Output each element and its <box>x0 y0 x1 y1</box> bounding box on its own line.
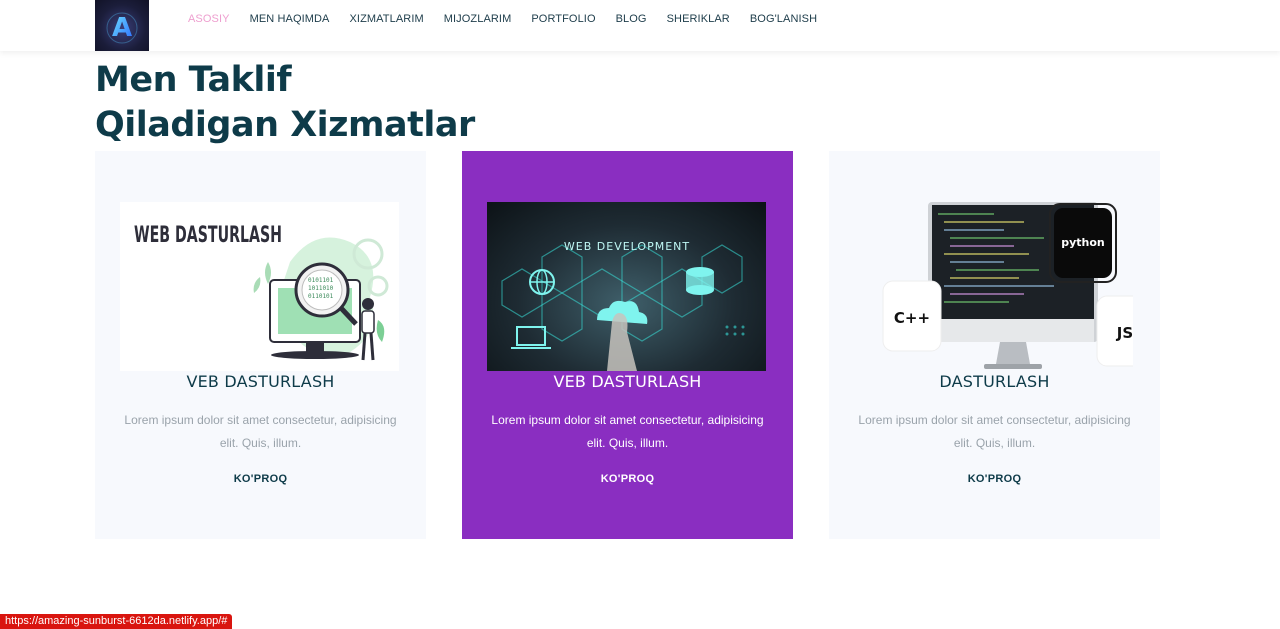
card-description: Lorem ipsum dolor sit amet consectetur, … <box>124 413 397 450</box>
svg-text:0101101: 0101101 <box>308 277 334 284</box>
svg-text:1011010: 1011010 <box>308 285 334 292</box>
navbar: A ASOSIY MEN HAQIMDA XIZMATLARIM MIJOZLA… <box>0 0 1280 51</box>
svg-text:A: A <box>112 13 132 43</box>
card-title: VEB DASTURLASH <box>186 372 335 391</box>
svg-text:0110101: 0110101 <box>308 293 334 300</box>
status-bar-url: https://amazing-sunburst-6612da.netlify.… <box>0 614 233 629</box>
nav-link-sheriklar[interactable]: SHERIKLAR <box>667 13 730 25</box>
service-card-web-development-highlighted: WEB DEVELOPMENT VEB DASTURLASH Lorem ips… <box>462 151 793 539</box>
card-more-link[interactable]: KO'PROQ <box>95 473 426 485</box>
logo-icon: A <box>106 12 138 43</box>
nav-link-portfolio[interactable]: PORTFOLIO <box>531 13 595 25</box>
service-card-programming: python C++ JS DASTURLASH Lorem ipsum dol… <box>829 151 1160 539</box>
svg-text:C++: C++ <box>894 309 930 327</box>
web-dasturlash-illustration: WEB DASTURLASH 0101101 1011010 0110101 <box>120 202 399 371</box>
section-title-line2: Qiladigan Xizmatlar <box>95 105 475 145</box>
section-title: Men Taklif Qiladigan Xizmatlar <box>95 58 475 148</box>
card-title: DASTURLASH <box>939 372 1050 391</box>
site-logo[interactable]: A <box>95 0 149 51</box>
section-title-line1: Men Taklif <box>95 60 292 100</box>
svg-text:python: python <box>1061 236 1105 249</box>
nav-link-asosiy[interactable]: ASOSIY <box>188 13 230 25</box>
svg-text:WEB DEVELOPMENT: WEB DEVELOPMENT <box>564 240 690 253</box>
nav-link-blog[interactable]: BLOG <box>616 13 647 25</box>
web-development-photo: WEB DEVELOPMENT <box>487 202 766 371</box>
programming-illustration: python C++ JS <box>854 202 1133 371</box>
card-more-link[interactable]: KO'PROQ <box>829 473 1160 485</box>
main-nav: ASOSIY MEN HAQIMDA XIZMATLARIM MIJOZLARI… <box>188 0 837 38</box>
nav-link-xizmatlarim[interactable]: XIZMATLARIM <box>350 13 424 25</box>
card-title: VEB DASTURLASH <box>553 372 702 391</box>
svg-text:WEB DASTURLASH: WEB DASTURLASH <box>134 223 282 248</box>
card-description: Lorem ipsum dolor sit amet consectetur, … <box>491 413 764 450</box>
svg-text:JS: JS <box>1116 324 1133 342</box>
card-description: Lorem ipsum dolor sit amet consectetur, … <box>858 413 1131 450</box>
nav-link-mijozlarim[interactable]: MIJOZLARIM <box>444 13 512 25</box>
card-more-link[interactable]: KO'PROQ <box>462 473 793 485</box>
nav-link-men-haqimda[interactable]: MEN HAQIMDA <box>250 13 330 25</box>
nav-link-boglanish[interactable]: BOG'LANISH <box>750 13 817 25</box>
service-card-web-development: WEB DASTURLASH 0101101 1011010 0110101 V… <box>95 151 426 539</box>
